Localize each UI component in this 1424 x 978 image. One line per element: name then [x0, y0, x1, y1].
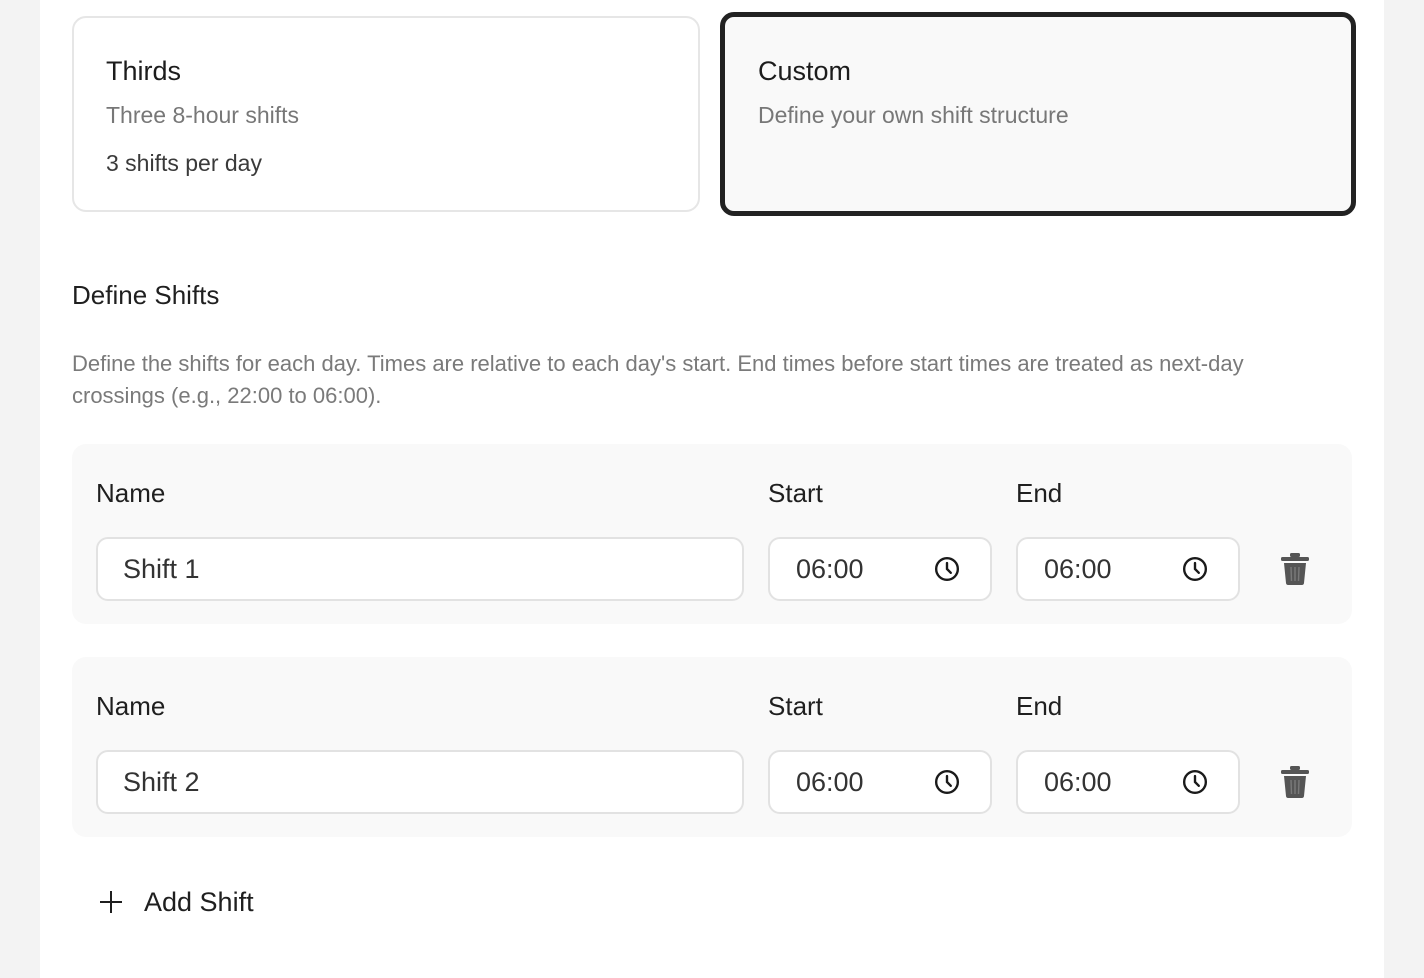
trash-icon[interactable] [1280, 765, 1310, 799]
shift-type-card-thirds[interactable]: Thirds Three 8-hour shifts 3 shifts per … [72, 16, 700, 212]
trash-icon[interactable] [1280, 552, 1310, 586]
name-label: Name [96, 478, 166, 508]
start-label: Start [768, 691, 823, 721]
shift-name-input[interactable]: Shift 1 [96, 537, 744, 601]
end-label: End [1016, 478, 1063, 508]
end-time-input[interactable]: 06:00 [1016, 750, 1240, 814]
section-description: Define the shifts for each day. Times ar… [72, 351, 1244, 408]
shift-row: Name Start End Shift 1 06:00 06:00 [72, 444, 1352, 624]
clock-icon[interactable] [934, 769, 960, 795]
add-shift-button[interactable]: Add Shift [96, 880, 254, 924]
end-time-value: 06:00 [1044, 553, 1112, 584]
card-title: Custom [758, 56, 852, 86]
shift-name-input[interactable]: Shift 2 [96, 750, 744, 814]
start-time-value: 06:00 [796, 553, 864, 584]
card-shift-count: 3 shifts per day [106, 150, 262, 176]
card-description: Three 8-hour shifts [106, 102, 300, 128]
start-time-input[interactable]: 06:00 [768, 750, 992, 814]
add-shift-label: Add Shift [144, 886, 254, 917]
name-label: Name [96, 691, 166, 721]
plus-icon [100, 891, 122, 913]
shift-name-value: Shift 1 [123, 553, 200, 584]
card-description: Define your own shift structure [758, 102, 1069, 128]
section-title: Define Shifts [72, 280, 220, 310]
end-time-input[interactable]: 06:00 [1016, 537, 1240, 601]
start-label: Start [768, 478, 823, 508]
card-title: Thirds [106, 56, 182, 86]
end-time-value: 06:00 [1044, 766, 1112, 797]
shift-name-value: Shift 2 [123, 766, 200, 797]
start-time-value: 06:00 [796, 766, 864, 797]
clock-icon[interactable] [934, 556, 960, 582]
shift-type-card-custom[interactable]: Custom Define your own shift structure [720, 12, 1356, 216]
start-time-input[interactable]: 06:00 [768, 537, 992, 601]
end-label: End [1016, 691, 1063, 721]
clock-icon[interactable] [1182, 769, 1208, 795]
clock-icon[interactable] [1182, 556, 1208, 582]
shift-row: Name Start End Shift 2 06:00 06:00 [72, 657, 1352, 837]
